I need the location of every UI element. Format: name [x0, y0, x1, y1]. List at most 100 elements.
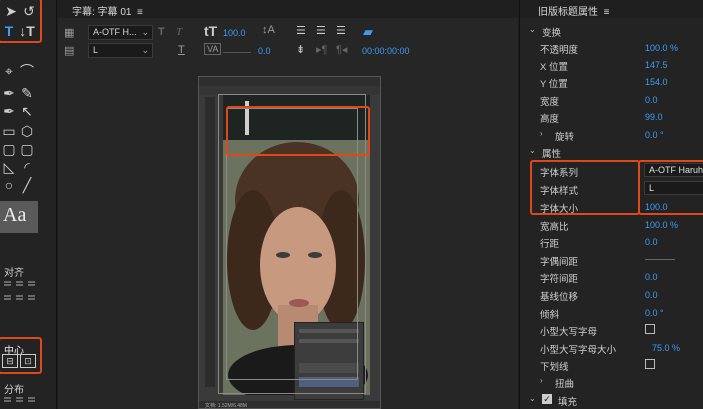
arc-tool-icon[interactable]: ◜ [18, 158, 36, 176]
x-position-value[interactable]: 147.5 [645, 60, 668, 70]
slant-value[interactable]: 0.0 ° [645, 308, 664, 318]
fill-section[interactable]: ⌄ ✓ 填充 [520, 391, 703, 408]
font-style-dropdown[interactable]: L ⌄ [88, 43, 153, 58]
smallcaps-size-row: 小型大写字母大小 75.0 % [520, 339, 703, 356]
baseline-value[interactable]: 0.0 [645, 290, 658, 300]
line-tool-icon[interactable]: ╱ [18, 176, 36, 194]
chevron-down-icon: ⌄ [141, 27, 149, 37]
y-position-row: Y 位置 154.0 [520, 73, 703, 90]
wedge-tool-icon[interactable]: ◺ [0, 158, 18, 176]
properties-menu-icon[interactable]: ≡ [604, 7, 610, 18]
distort-row[interactable]: › 扭曲 [520, 373, 703, 390]
align-bottom-icon[interactable] [28, 295, 35, 300]
ellipse-tool-icon[interactable]: ○ [0, 176, 18, 194]
ps-toolbar [205, 97, 215, 387]
tab-left-icon[interactable]: ▸¶ [316, 43, 327, 56]
opacity-value[interactable]: 100.0 % [645, 43, 678, 53]
aspect-row: 宽高比 100.0 % [520, 216, 703, 233]
area-type-tool-icon[interactable]: ⌖ [0, 62, 18, 80]
rectangle-tool-icon[interactable]: ▭ [0, 122, 18, 140]
y-position-value[interactable]: 154.0 [645, 77, 668, 87]
tab-right-icon[interactable]: ¶◂ [336, 43, 347, 56]
convert-anchor-tool-icon[interactable]: ↖ [18, 102, 36, 120]
align-top-icon[interactable] [4, 295, 11, 300]
width-label: 宽度 [540, 97, 560, 108]
opacity-row: 不透明度 100.0 % [520, 39, 703, 56]
height-value[interactable]: 99.0 [645, 112, 663, 122]
font-size-value[interactable]: 100.0 [223, 28, 246, 38]
align-center-text-icon[interactable]: ☰ [316, 24, 326, 37]
align-right-text-icon[interactable]: ☰ [336, 24, 346, 37]
transform-section[interactable]: ⌄ 变换 [520, 22, 703, 39]
chevron-down-icon: ⌄ [529, 394, 536, 403]
kerning-icon: VA [204, 43, 222, 55]
width-value[interactable]: 0.0 [645, 95, 658, 105]
baseline-row: 基线位移 0.0 [520, 286, 703, 303]
leading-label: 行距 [540, 239, 560, 250]
distribute-right-icon[interactable] [28, 397, 35, 402]
italic-icon[interactable]: T [176, 26, 182, 38]
pen-tool-icon[interactable]: ✒ [0, 84, 18, 102]
fill-checkbox[interactable]: ✓ [542, 394, 552, 404]
section-label: 属性 [542, 149, 562, 160]
x-position-row: X 位置 147.5 [520, 56, 703, 73]
align-middle-icon[interactable] [16, 295, 23, 300]
font-family-dropdown[interactable]: A-OTF H... ⌄ [88, 25, 153, 40]
kerning-row: 字偶间距 [520, 251, 703, 268]
aspect-value[interactable]: 100.0 % [645, 220, 678, 230]
text-box-highlight [226, 106, 370, 156]
align-left-text-icon[interactable]: ☰ [296, 24, 306, 37]
kerning-value[interactable]: 0.0 [258, 46, 271, 56]
smallcaps-size-label: 小型大写字母大小 [540, 345, 617, 356]
center-highlight [0, 337, 42, 374]
kerning-empty-value[interactable] [645, 259, 675, 260]
underline-icon[interactable]: T [178, 44, 185, 56]
leading-value[interactable]: 0.0 [645, 237, 658, 247]
kerning-divider [223, 52, 251, 53]
template-icon[interactable]: ▤ [64, 44, 74, 57]
section-label: 填充 [558, 397, 578, 408]
rotation-row[interactable]: › 旋转 0.0 ° [520, 126, 703, 143]
rounded-corner-tool-icon[interactable]: ▢ [18, 140, 36, 158]
bold-icon[interactable]: T [158, 26, 165, 38]
smallcaps-size-value[interactable]: 75.0 % [652, 343, 680, 353]
show-background-video-icon[interactable]: ▰ [363, 24, 373, 40]
tools-highlight [0, 0, 42, 43]
distribute-section-label: 分布 [4, 385, 24, 396]
tab-stops-icon[interactable]: ⇟ [296, 43, 305, 56]
rounded-rectangle-tool-icon[interactable]: ▢ [0, 140, 18, 158]
timecode-value[interactable]: 00:00:00:00 [362, 46, 410, 56]
kerning-label: 字偶间距 [540, 257, 579, 268]
roll-crawl-options-icon[interactable]: ▦ [64, 26, 74, 39]
width-row: 宽度 0.0 [520, 91, 703, 108]
height-label: 高度 [540, 114, 560, 125]
opacity-label: 不透明度 [540, 45, 579, 56]
chevron-right-icon: › [540, 129, 543, 138]
align-right-icon[interactable] [28, 281, 35, 286]
tracking-value[interactable]: 0.0 [645, 272, 658, 282]
underline-checkbox[interactable] [645, 359, 655, 369]
clipped-rectangle-tool-icon[interactable]: ⬡ [18, 122, 36, 140]
aspect-label: 宽高比 [540, 222, 569, 233]
attributes-section[interactable]: ⌄ 属性 [520, 143, 703, 160]
section-label: 变换 [542, 28, 562, 39]
path-type-tool-icon[interactable]: ⌒ [18, 62, 36, 80]
smallcaps-checkbox[interactable] [645, 324, 655, 334]
align-center-icon[interactable] [16, 281, 23, 286]
align-left-icon[interactable] [4, 281, 11, 286]
title-toolbar: ▦ ▤ A-OTF H... ⌄ L ⌄ T T T tT 100.0 VA 0… [58, 18, 518, 64]
ps-status-bar: 文档: 1.52M/6.48M [199, 401, 380, 408]
delete-anchor-tool-icon[interactable]: ✒ [0, 102, 18, 120]
distribute-center-icon[interactable] [16, 397, 23, 402]
text-style-sample[interactable]: Aa [0, 201, 38, 233]
tab-menu-icon[interactable]: ≡ [137, 7, 143, 18]
title-tab[interactable]: 字幕: 字幕 01 ≡ [72, 3, 143, 18]
chevron-right-icon: › [540, 376, 543, 385]
properties-title: 旧版标题属性 [538, 7, 598, 18]
tracking-label: 字符间距 [540, 274, 579, 285]
add-anchor-tool-icon[interactable]: ✎ [18, 84, 36, 102]
underline-label: 下划线 [540, 362, 569, 373]
title-tools-panel: ➤ ↺ T ↓T ⌖ ⌒ ✒ ✎ ✒ ↖ ▭ ⬡ ▢ ▢ ◺ ◜ ○ ╱ Aa … [0, 0, 57, 409]
distribute-left-icon[interactable] [4, 397, 11, 402]
rotation-value[interactable]: 0.0 ° [645, 130, 664, 140]
